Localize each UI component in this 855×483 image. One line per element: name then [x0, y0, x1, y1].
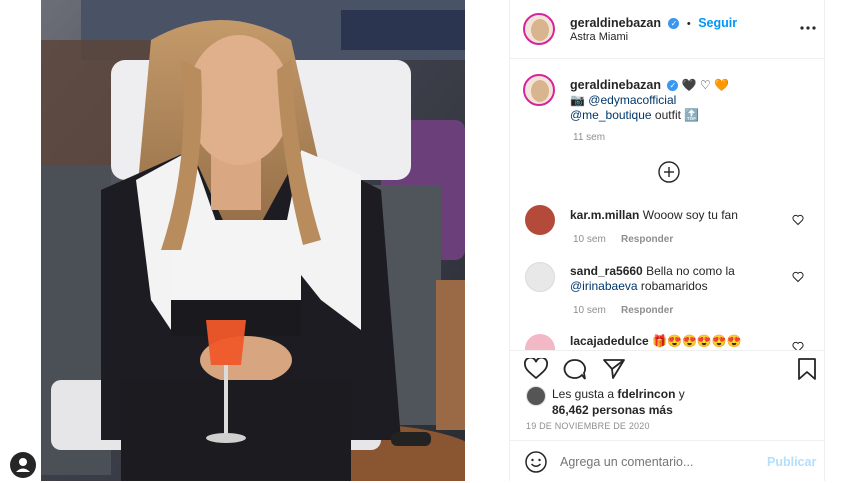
- follow-button[interactable]: Seguir: [698, 16, 737, 30]
- post-photo[interactable]: [41, 0, 465, 481]
- comment-text: Wooow soy tu fan: [642, 208, 738, 222]
- commenter-avatar[interactable]: [525, 334, 555, 350]
- white-heart-emoji: ♡: [699, 78, 711, 92]
- publish-button[interactable]: Publicar: [767, 455, 816, 469]
- comment-username[interactable]: sand_ra5660: [570, 264, 643, 278]
- comment-like-heart-icon[interactable]: [792, 270, 804, 288]
- comment-time[interactable]: 10 sem: [573, 305, 606, 316]
- mention-me-boutique[interactable]: @me_boutique: [570, 108, 652, 122]
- orange-heart-emoji: 🧡: [714, 78, 730, 92]
- comment-input[interactable]: [560, 452, 750, 472]
- commenter-avatar[interactable]: [525, 262, 555, 292]
- like-button-heart-icon[interactable]: [524, 356, 548, 385]
- likes-conj: y: [678, 387, 685, 401]
- verified-badge-icon: ✓: [667, 80, 679, 91]
- reply-button[interactable]: Responder: [621, 305, 673, 316]
- caption-outfit-text: outfit: [654, 108, 681, 122]
- author-avatar[interactable]: [523, 13, 555, 45]
- comment-username[interactable]: lacajadedulce: [570, 334, 649, 348]
- post-location[interactable]: Astra Miami: [570, 31, 628, 43]
- caption-time[interactable]: 11 sem: [573, 132, 605, 143]
- save-bookmark-icon[interactable]: [796, 358, 818, 385]
- comment-button-icon[interactable]: [563, 358, 587, 385]
- caption-avatar[interactable]: [523, 74, 555, 106]
- comment-text-continued: robamaridos: [640, 279, 708, 293]
- user-tag-icon[interactable]: [10, 452, 36, 478]
- caption-text: geraldinebazan ✓ 🖤 ♡ 🧡 📷 @edymacofficial…: [570, 78, 810, 123]
- camera-emoji: 📷: [570, 93, 585, 107]
- comment-item: kar.m.millan Wooow soy tu fan: [570, 208, 738, 222]
- comment-text: 🎁😍😍😍😍😍: [652, 334, 742, 348]
- post-header: geraldinebazan ✓ • Seguir Astra Miami: [510, 0, 824, 59]
- load-more-comments-icon[interactable]: [658, 161, 680, 183]
- post-image: [41, 0, 465, 481]
- comment-item-clipped: lacajadedulce 🎁😍😍😍😍😍: [510, 330, 824, 350]
- likes-count[interactable]: 86,462 personas más: [552, 403, 673, 417]
- post-date[interactable]: 19 DE NOVIEMBRE DE 2020: [526, 421, 650, 431]
- reply-button[interactable]: Responder: [621, 234, 673, 245]
- divider: [510, 350, 824, 351]
- top-emoji: 🔝: [684, 108, 700, 122]
- commenter-avatar[interactable]: [525, 205, 555, 235]
- comment-item: sand_ra5660 Bella no como la @irinabaeva…: [570, 264, 795, 294]
- likes-prefix: Les gusta a: [552, 387, 615, 401]
- comment-like-heart-icon[interactable]: [792, 340, 804, 350]
- verified-badge-icon: ✓: [668, 18, 680, 29]
- likes-summary: Les gusta a fdelrincon y 86,462 personas…: [552, 386, 685, 418]
- author-username[interactable]: geraldinebazan: [570, 16, 661, 30]
- liker-avatar[interactable]: [526, 386, 546, 406]
- comment-time[interactable]: 10 sem: [573, 234, 606, 245]
- separator-dot: •: [686, 18, 691, 30]
- share-button-icon[interactable]: [602, 358, 626, 385]
- liker-username[interactable]: fdelrincon: [617, 387, 675, 401]
- mention-edymacofficial[interactable]: @edymacofficial: [588, 93, 676, 107]
- emoji-smiley-icon[interactable]: [525, 451, 547, 478]
- divider: [510, 440, 824, 441]
- more-options-icon[interactable]: [800, 20, 816, 36]
- comment-like-heart-icon[interactable]: [792, 213, 804, 231]
- black-heart-emoji: 🖤: [681, 78, 697, 92]
- comment-text: Bella no como la: [646, 264, 735, 278]
- caption-username[interactable]: geraldinebazan: [570, 78, 661, 92]
- post-sidebar: geraldinebazan ✓ • Seguir Astra Miami ge…: [509, 0, 825, 481]
- mention-irinabaeva[interactable]: @irinabaeva: [570, 279, 638, 293]
- comment-username[interactable]: kar.m.millan: [570, 208, 639, 222]
